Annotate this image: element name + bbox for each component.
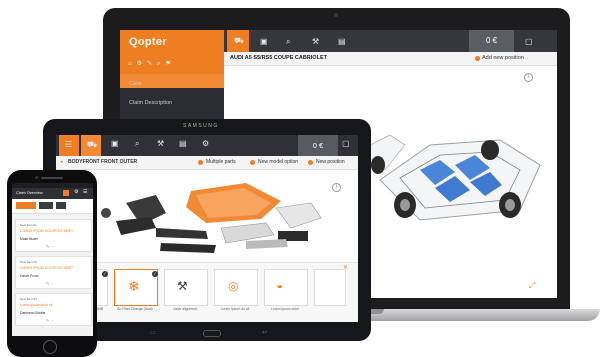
new-model-option-button[interactable]: New model option <box>258 159 298 165</box>
disc-icon: ◎ <box>228 279 239 293</box>
brand-logo: Qopter <box>129 36 167 48</box>
snowflake-icon: ❄ <box>128 278 140 294</box>
phone-speaker <box>41 177 63 179</box>
new-position-icon <box>308 160 313 165</box>
part-card-label: Valve alignment <box>173 307 197 311</box>
item-title: LOREM IPSUM DOLOR SIT AMET <box>20 229 74 233</box>
item-label: New Item 02 <box>20 260 37 264</box>
tablet-brand: SAMSUNG <box>183 123 219 129</box>
add-position-icon <box>475 56 480 61</box>
car-title: AUDI A5 S5/RS5 COUPE CABRIOLET <box>230 55 327 61</box>
add-new-position-button[interactable]: Add new position <box>482 55 524 61</box>
part-card-lamp[interactable]: ◒ <box>264 269 308 306</box>
new-position-button[interactable]: New position <box>316 159 345 165</box>
settings-icon[interactable]: ⚙ <box>202 139 209 148</box>
wrench-icon[interactable]: ⚒ <box>312 37 319 46</box>
part-card-label: Lorem ipsum dolor <box>270 307 300 311</box>
item-actions-icon[interactable]: ✎ ⋯ <box>46 318 54 323</box>
item-actions-icon[interactable]: ✎ ⋯ <box>46 281 54 286</box>
multiple-parts-button[interactable]: Multiple parts <box>206 159 236 165</box>
part-group-dropdown[interactable]: BODYFRONT FRONT OUTER <box>68 159 137 165</box>
back-nav-icon[interactable]: ↩ <box>262 329 267 336</box>
selected-check-icon: ✓ <box>102 271 108 277</box>
phone-camera <box>35 176 38 179</box>
camera-icon[interactable]: ▣ <box>260 37 268 46</box>
sidebar-item-case[interactable]: Case <box>129 81 142 87</box>
list-item[interactable]: New Item 03 Lorem ipsum dolor sit Damseo… <box>15 293 92 326</box>
item-title: Lorem ipsum dolor sit <box>20 303 53 307</box>
exploded-parts-illustration <box>101 183 322 253</box>
part-card-valve[interactable]: ⚒ <box>164 269 208 306</box>
tab-car[interactable]: ⛟ <box>227 30 249 52</box>
document-icon[interactable]: ▤ <box>338 37 346 46</box>
item-label: New Item 01 <box>20 223 37 227</box>
part-card-label: Lorem ipsum do sit <box>220 307 250 311</box>
menu-icon: ☰ <box>65 140 73 149</box>
valve-icon: ⚒ <box>177 279 188 293</box>
settings-icon[interactable]: ⚙ <box>74 189 78 195</box>
item-subtitle: Damseon Burthe <box>20 311 46 315</box>
price-display[interactable]: 0 € <box>298 135 338 156</box>
part-card-brake[interactable]: ◎ <box>214 269 258 306</box>
tablet-screen: ☰ ⛟ ▣ ⌕ ⚒ ▤ ⚙ 0 € ▢ ◂ BODYFRONT FRONT OU… <box>56 135 358 322</box>
info-icon[interactable]: i <box>332 183 341 192</box>
menu-icon[interactable]: ☰ <box>83 189 87 195</box>
multiple-parts-icon <box>198 160 203 165</box>
item-subtitle: Make Buser <box>20 237 39 241</box>
phone-home-button[interactable] <box>43 340 57 354</box>
car-chassis-illustration <box>360 134 541 221</box>
list-item[interactable]: New Item 02 LOREM IPSUM DOLOR SIT AMET O… <box>15 256 92 289</box>
menu-button[interactable]: ☰ <box>59 135 79 156</box>
item-subtitle: Oeum Fcorn <box>20 274 39 278</box>
camera-icon[interactable]: ▣ <box>111 139 119 148</box>
search-icon[interactable]: ⌕ <box>135 139 139 149</box>
item-title: LOREM IPSUM DOLOR SIT AMET <box>20 266 74 270</box>
car-icon: ⛟ <box>234 36 245 45</box>
list-item[interactable]: New Item 01 LOREM IPSUM DOLOR SIT AMET M… <box>15 219 92 252</box>
part-card-partial[interactable] <box>314 269 346 306</box>
sidebar-item-claim-description[interactable]: Claim Description <box>129 100 172 106</box>
window-icon[interactable]: ▢ <box>525 37 533 46</box>
item-actions-icon[interactable]: ✎ ⋯ <box>46 244 54 249</box>
laptop-camera <box>334 13 338 17</box>
tablet-home-button[interactable] <box>203 330 221 337</box>
tab-car[interactable]: ⛟ <box>81 135 101 156</box>
info-icon[interactable]: i <box>524 73 533 82</box>
search-icon[interactable]: ⌕ <box>286 37 290 47</box>
selected-check-icon: ✓ <box>152 271 158 277</box>
new-model-option-icon <box>250 160 255 165</box>
back-icon[interactable]: ◂ <box>60 159 63 165</box>
car-icon: ⛟ <box>87 140 98 149</box>
recent-apps-icon[interactable]: ▭ <box>150 329 156 336</box>
lamp-icon: ◒ <box>276 278 284 292</box>
price-display[interactable]: 0 € <box>469 30 514 52</box>
phone-tab-active[interactable] <box>16 202 36 209</box>
phone-screen: Claim Overview ⚙ ☰ New Item 01 LOREM IPS… <box>12 183 93 336</box>
wrench-icon[interactable]: ⚒ <box>157 139 164 148</box>
phone-title: Claim Overview <box>16 191 43 195</box>
part-card-label: Air Filter Change (front) <box>117 307 153 311</box>
document-icon[interactable]: ▤ <box>179 139 187 148</box>
window-icon[interactable]: ▢ <box>342 139 350 148</box>
logo-toolbar-icons[interactable]: ⌂⚙✎⌕⚑ <box>128 60 176 68</box>
phone-tab[interactable] <box>56 202 66 209</box>
expand-icon[interactable]: ⤢ <box>529 281 535 291</box>
notification-badge[interactable] <box>63 190 69 196</box>
phone-tab[interactable] <box>39 202 53 209</box>
item-label: New Item 03 <box>20 297 37 301</box>
